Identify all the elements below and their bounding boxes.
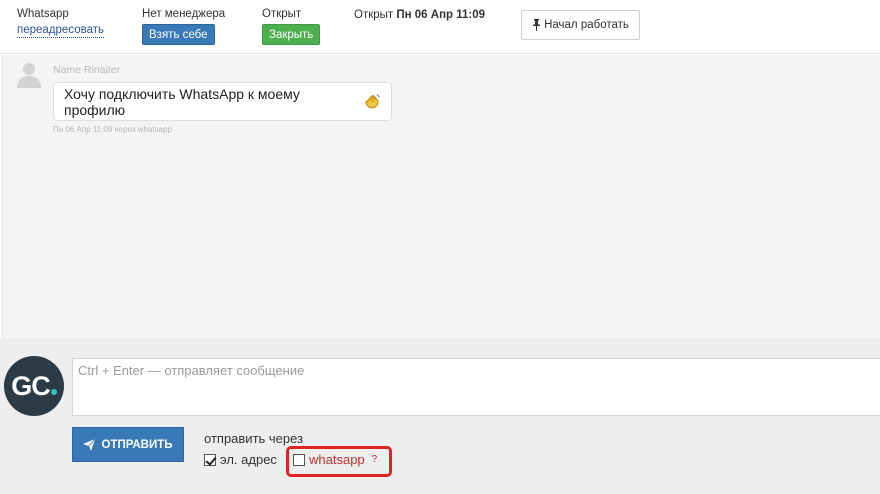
- status-block: Открыт Закрыть: [262, 7, 321, 45]
- email-checkbox[interactable]: [204, 453, 216, 466]
- manager-block: Нет менеджера Взять себе: [142, 7, 225, 45]
- message-author: Name Rinaiter: [53, 64, 121, 76]
- start-work-label: Начал работать: [544, 19, 629, 31]
- chat-area: Name Rinaiter Хочу подключить WhatsApp к…: [2, 55, 880, 338]
- send-button[interactable]: ОТПРАВИТЬ: [72, 427, 184, 462]
- opened-prefix: Открыт: [354, 9, 394, 21]
- whatsapp-checkbox[interactable]: [293, 453, 305, 466]
- paper-plane-icon: [83, 438, 96, 451]
- whatsapp-help-link[interactable]: ?: [372, 454, 378, 465]
- message-text: Хочу подключить WhatsApp к моему профилю: [64, 85, 300, 118]
- gc-logo-icon: GC: [11, 371, 57, 402]
- message-input[interactable]: [72, 358, 880, 416]
- channel-label: Whatsapp: [17, 8, 69, 20]
- manager-label: Нет менеджера: [142, 8, 226, 20]
- take-button[interactable]: Взять себе: [142, 24, 215, 45]
- waving-hand-icon: [365, 94, 380, 109]
- whatsapp-option-label: whatsapp: [309, 452, 365, 467]
- start-work-button[interactable]: Начал работать: [521, 10, 640, 40]
- user-avatar-icon: [17, 63, 41, 88]
- channel-block: Whatsapp переадресовать: [17, 7, 104, 38]
- send-button-label: ОТПРАВИТЬ: [101, 438, 173, 451]
- gc-logo-avatar: GC: [4, 356, 64, 416]
- email-option[interactable]: эл. адрес: [204, 452, 277, 467]
- status-label: Открыт: [262, 8, 302, 20]
- opened-datetime: Пн 06 Апр 11:09: [396, 9, 486, 21]
- message-bubble: Хочу подключить WhatsApp к моему профилю: [53, 82, 392, 121]
- opened-info: Открыт Пн 06 Апр 11:09: [354, 9, 485, 21]
- whatsapp-option[interactable]: whatsapp ?: [293, 452, 377, 467]
- composer: GC ОТПРАВИТЬ отправить через эл. адрес w…: [0, 338, 880, 494]
- ticket-header: Whatsapp переадресовать Нет менеджера Вз…: [0, 0, 880, 54]
- email-option-label: эл. адрес: [220, 452, 277, 467]
- pin-icon: [533, 19, 541, 31]
- close-button[interactable]: Закрыть: [262, 24, 321, 45]
- redirect-link[interactable]: переадресовать: [17, 24, 104, 38]
- message-meta: Пн 06 Апр 11:09 через whatsapp: [53, 125, 172, 134]
- send-via-label: отправить через: [204, 431, 304, 446]
